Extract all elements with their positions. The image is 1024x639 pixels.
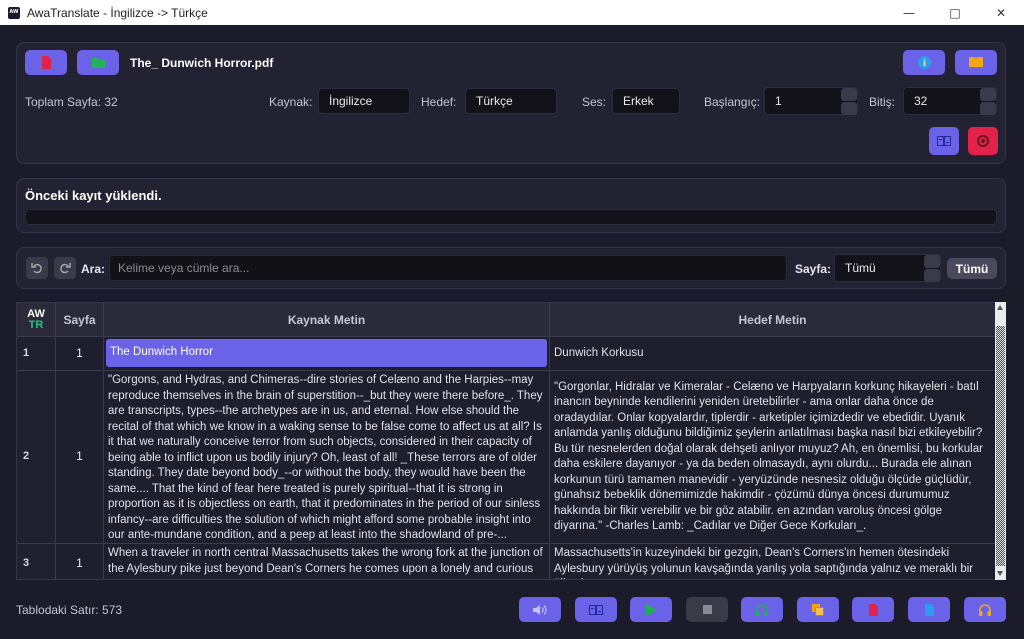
header-source[interactable]: Kaynak Metin [104,303,550,337]
translate-all-button[interactable] [575,597,617,622]
open-folder-button[interactable] [77,50,119,75]
app-logo-icon: AW [8,6,20,19]
headphones-button[interactable] [741,597,783,622]
open-pdf-button[interactable] [25,50,67,75]
window-controls: — □ ✕ [886,0,1024,25]
target-cell[interactable]: Dunwich Korkusu [550,337,996,371]
record-button[interactable] [968,127,998,155]
header-aw-tr[interactable]: AW TR [17,303,56,337]
source-cell[interactable]: "Gorgons, and Hydras, and Chimeras--dire… [104,371,550,544]
scroll-down-arrow[interactable] [997,571,1003,576]
undo-button[interactable] [26,257,48,279]
row-number: 3 [17,544,56,579]
row-page[interactable]: 1 [56,544,104,579]
minimize-button[interactable]: — [886,0,932,25]
end-page-label: Bitiş: [869,95,896,109]
pdf-icon [42,56,51,69]
progress-bar [25,209,997,225]
stop-button[interactable] [686,597,728,622]
audio-export-button[interactable] [964,597,1006,622]
translate-button[interactable] [929,127,959,155]
close-button[interactable]: ✕ [978,0,1024,25]
play-button[interactable] [630,597,672,622]
copy-icon [812,603,824,616]
scroll-thumb[interactable] [996,326,1005,566]
end-page-increment[interactable] [980,88,996,101]
header-target[interactable]: Hedef Metin [550,303,996,337]
volume-icon [533,604,547,615]
search-input[interactable]: Kelime veya cümle ara... [109,255,787,281]
file-name: The_ Dunwich Horror.pdf [130,56,274,70]
maximize-button[interactable]: □ [932,0,978,25]
row-number: 1 [17,337,56,371]
start-page-decrement[interactable] [841,102,857,115]
target-language-label: Hedef: [421,95,457,109]
title-bar: AW AwaTranslate - İngilizce -> Türkçe — … [0,0,1024,25]
end-page-decrement[interactable] [980,102,996,115]
table-scrollbar[interactable] [995,302,1006,580]
export-pdf-button[interactable] [852,597,894,622]
dictionary-button[interactable] [955,50,997,75]
play-icon [645,603,657,616]
target-language-select[interactable]: Türkçe [465,88,557,114]
save-button[interactable] [908,597,950,622]
redo-icon [60,263,71,274]
info-button[interactable] [903,50,945,75]
total-pages-label: Toplam Sayfa: 32 [25,95,118,109]
status-message: Önceki kayıt yüklendi. [25,188,162,203]
translation-table: AW TR Sayfa Kaynak Metin Hedef Metin 1 1… [16,302,1006,580]
volume-button[interactable] [519,597,561,622]
headphones-icon [979,603,991,616]
undo-icon [31,263,42,274]
page-filter-decrement[interactable] [924,269,940,282]
voice-label: Ses: [582,95,607,109]
source-cell-text[interactable]: The Dunwich Horror [106,339,547,367]
voice-select[interactable]: Erkek [612,88,680,114]
show-all-button[interactable]: Tümü [947,258,997,279]
source-cell[interactable]: The Dunwich Horror [104,337,550,371]
record-icon [977,135,989,147]
row-number: 2 [17,371,56,544]
start-page-increment[interactable] [841,88,857,101]
headphones-icon [756,603,768,616]
save-icon [924,603,934,616]
row-page[interactable]: 1 [56,337,104,371]
page-filter-label: Sayfa: [795,262,832,276]
pdf-icon [868,603,878,616]
translate-icon [589,604,603,615]
redo-button[interactable] [54,257,76,279]
search-label: Ara: [81,262,106,276]
source-language-label: Kaynak: [269,95,313,109]
header-tr: TR [28,318,44,331]
page-filter-increment[interactable] [924,255,940,268]
source-language-select[interactable]: İngilizce [318,88,410,114]
start-page-label: Başlangıç: [704,95,761,109]
info-icon [917,56,931,69]
row-page[interactable]: 1 [56,371,104,544]
window-title: AwaTranslate - İngilizce -> Türkçe [27,5,208,20]
book-icon [969,57,983,68]
header-page[interactable]: Sayfa [56,303,104,337]
row-count: Tablodaki Satır: 573 [16,603,123,617]
target-cell[interactable]: "Gorgonlar, Hidralar ve Kimeralar - Celæ… [550,371,996,544]
translate-icon [937,136,951,146]
stop-icon [702,605,712,614]
source-cell[interactable]: When a traveler in north central Massach… [104,544,550,579]
scroll-up-arrow[interactable] [997,305,1003,310]
target-cell[interactable]: Massachusetts'in kuzeyindeki bir gezgin,… [550,544,996,579]
folder-icon [91,58,105,68]
header-aw: AW [27,307,45,320]
copy-button[interactable] [797,597,839,622]
